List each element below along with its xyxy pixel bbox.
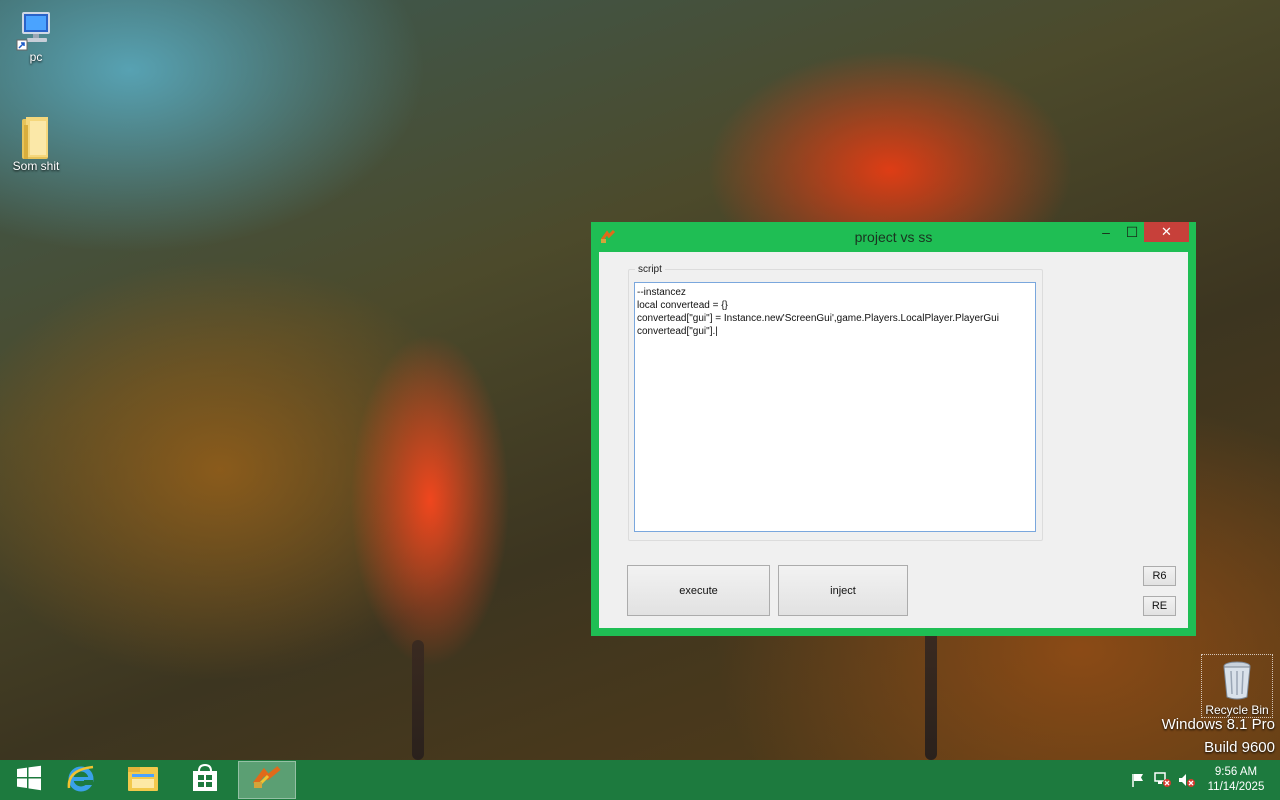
inject-button[interactable]: inject: [778, 565, 908, 616]
file-explorer-icon: [126, 763, 160, 798]
re-button[interactable]: RE: [1143, 596, 1176, 616]
flower-stem: [412, 640, 424, 760]
store-icon: [190, 763, 220, 798]
network-icon[interactable]: [1154, 772, 1171, 788]
title-bar[interactable]: project vs ss – ☐ ✕: [591, 222, 1196, 252]
computer-icon: [15, 10, 57, 51]
recycle-bin[interactable]: Recycle Bin: [1201, 654, 1273, 718]
flag-icon[interactable]: [1130, 772, 1146, 788]
minimize-button[interactable]: –: [1093, 222, 1119, 242]
desktop-icon-label: pc: [29, 50, 43, 64]
os-build-text: Build 9600: [1204, 739, 1275, 756]
os-edition-text: Windows 8.1 Pro: [1161, 716, 1275, 733]
script-group-label: script: [635, 264, 665, 275]
app-icon: [252, 765, 282, 795]
script-groupbox: script --instancez local convertead = {}…: [628, 264, 1043, 541]
execute-button[interactable]: execute: [627, 565, 770, 616]
app-window: project vs ss – ☐ ✕ script --instancez l…: [591, 222, 1196, 636]
os-version-watermark: Windows 8.1 Pro Build 9600: [1100, 716, 1275, 756]
taskbar-project-vs-ss[interactable]: [238, 761, 296, 799]
desktop-icon-pc[interactable]: pc: [1, 10, 71, 64]
taskbar-store[interactable]: [176, 760, 234, 800]
taskbar-file-explorer[interactable]: [114, 760, 172, 800]
taskbar: 9:56 AM 11/14/2025: [0, 760, 1280, 800]
clock-time: 9:56 AM: [1214, 766, 1258, 778]
script-editor[interactable]: --instancez local convertead = {} conver…: [634, 282, 1036, 532]
close-button[interactable]: ✕: [1144, 222, 1189, 242]
flower-stem: [925, 630, 937, 760]
desktop-icon-folder[interactable]: Som shit: [1, 115, 71, 173]
clock-date: 11/14/2025: [1207, 781, 1265, 793]
taskbar-clock[interactable]: 9:56 AM 11/14/2025: [1203, 765, 1269, 795]
recycle-bin-label: Recycle Bin: [1205, 703, 1269, 717]
internet-explorer-icon: [65, 762, 97, 799]
window-client-area: script --instancez local convertead = {}…: [599, 252, 1188, 628]
maximize-button[interactable]: ☐: [1119, 222, 1145, 242]
windows-logo-icon: [16, 765, 42, 796]
recycle-bin-icon: [1222, 661, 1252, 701]
folder-icon: [20, 115, 52, 159]
r6-button[interactable]: R6: [1143, 566, 1176, 586]
volume-muted-icon[interactable]: [1178, 772, 1195, 788]
taskbar-internet-explorer[interactable]: [52, 760, 110, 800]
start-button[interactable]: [0, 760, 58, 800]
